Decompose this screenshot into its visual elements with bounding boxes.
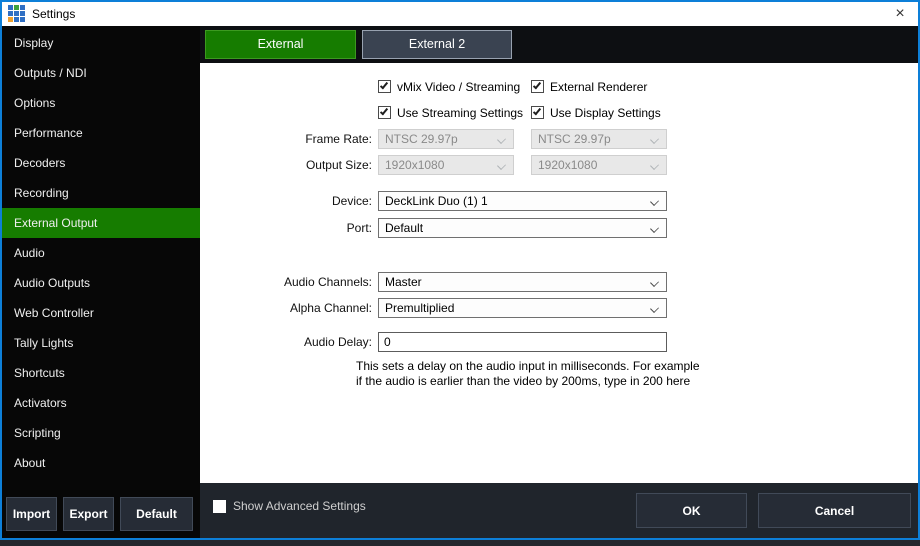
audio-channels-select[interactable]: Master (378, 272, 667, 292)
frame-rate-value-2: NTSC 29.97p (538, 132, 611, 146)
sidebar-item-tally-lights[interactable]: Tally Lights (2, 328, 200, 358)
sidebar-item-display[interactable]: Display (2, 28, 200, 58)
sidebar-item-scripting[interactable]: Scripting (2, 418, 200, 448)
vmix-video-streaming-checkbox[interactable] (378, 80, 391, 93)
use-display-settings-checkbox[interactable] (531, 106, 544, 119)
window-title: Settings (32, 2, 75, 26)
external-renderer-label: External Renderer (550, 80, 647, 94)
device-value: DeckLink Duo (1) 1 (385, 194, 488, 208)
title-bar: Settings × (2, 2, 918, 26)
frame-rate-label: Frame Rate: (240, 129, 372, 149)
show-advanced-settings-checkbox[interactable] (213, 500, 226, 513)
chevron-down-icon (497, 161, 506, 170)
sidebar-item-options[interactable]: Options (2, 88, 200, 118)
output-size-select-1[interactable]: 1920x1080 (378, 155, 514, 175)
sidebar-items: Display Outputs / NDI Options Performanc… (2, 28, 200, 478)
ok-button[interactable]: OK (636, 493, 747, 528)
frame-rate-value-1: NTSC 29.97p (385, 132, 458, 146)
default-button[interactable]: Default (120, 497, 193, 531)
check-icon (533, 81, 541, 90)
chevron-down-icon (650, 135, 659, 144)
sidebar-item-outputs-ndi[interactable]: Outputs / NDI (2, 58, 200, 88)
tab-external-2[interactable]: External 2 (362, 30, 512, 59)
vmix-video-streaming-label: vMix Video / Streaming (397, 80, 520, 94)
chevron-down-icon (497, 135, 506, 144)
frame-rate-select-1[interactable]: NTSC 29.97p (378, 129, 514, 149)
external-output-panel: vMix Video / Streaming External Renderer… (200, 63, 918, 483)
output-size-select-2[interactable]: 1920x1080 (531, 155, 667, 175)
export-button[interactable]: Export (63, 497, 114, 531)
sidebar-item-recording[interactable]: Recording (2, 178, 200, 208)
audio-delay-label: Audio Delay: (240, 332, 372, 352)
output-size-label: Output Size: (240, 155, 372, 175)
tab-external[interactable]: External (205, 30, 356, 59)
device-select[interactable]: DeckLink Duo (1) 1 (378, 191, 667, 211)
audio-channels-value: Master (385, 275, 422, 289)
sidebar-item-audio[interactable]: Audio (2, 238, 200, 268)
close-icon[interactable]: × (888, 3, 912, 24)
external-renderer-checkbox[interactable] (531, 80, 544, 93)
content-area: External External 2 vMix Video / Streami… (200, 26, 918, 538)
check-icon (380, 81, 388, 90)
sidebar-item-web-controller[interactable]: Web Controller (2, 298, 200, 328)
output-size-value-1: 1920x1080 (385, 158, 444, 172)
chevron-down-icon (650, 304, 659, 313)
show-advanced-settings-label: Show Advanced Settings (233, 499, 366, 514)
audio-delay-input[interactable] (378, 332, 667, 352)
sidebar-item-about[interactable]: About (2, 448, 200, 478)
vmix-logo-icon (8, 5, 25, 22)
output-size-value-2: 1920x1080 (538, 158, 597, 172)
use-streaming-settings-label: Use Streaming Settings (397, 106, 523, 120)
alpha-channel-label: Alpha Channel: (240, 298, 372, 318)
sidebar-item-external-output[interactable]: External Output (2, 208, 200, 238)
settings-window: Settings × Display Outputs / NDI Options… (0, 0, 920, 540)
import-button[interactable]: Import (6, 497, 57, 531)
check-icon (380, 107, 388, 116)
chevron-down-icon (650, 161, 659, 170)
port-value: Default (385, 221, 423, 235)
tab-bar: External External 2 (200, 26, 918, 63)
audio-channels-label: Audio Channels: (240, 272, 372, 292)
sidebar-item-shortcuts[interactable]: Shortcuts (2, 358, 200, 388)
sidebar-item-activators[interactable]: Activators (2, 388, 200, 418)
footer-bar: Show Advanced Settings OK Cancel (200, 483, 918, 538)
chevron-down-icon (650, 278, 659, 287)
cancel-button[interactable]: Cancel (758, 493, 911, 528)
use-streaming-settings-checkbox[interactable] (378, 106, 391, 119)
sidebar-item-decoders[interactable]: Decoders (2, 148, 200, 178)
check-icon (533, 107, 541, 116)
port-select[interactable]: Default (378, 218, 667, 238)
audio-delay-help-text: This sets a delay on the audio input in … (356, 359, 704, 389)
port-label: Port: (240, 218, 372, 238)
use-display-settings-label: Use Display Settings (550, 106, 661, 120)
sidebar-buttons: Import Export Default (6, 497, 193, 531)
chevron-down-icon (650, 224, 659, 233)
device-label: Device: (240, 191, 372, 211)
alpha-channel-value: Premultiplied (385, 301, 454, 315)
sidebar: Display Outputs / NDI Options Performanc… (2, 26, 200, 538)
sidebar-item-audio-outputs[interactable]: Audio Outputs (2, 268, 200, 298)
sidebar-item-performance[interactable]: Performance (2, 118, 200, 148)
frame-rate-select-2[interactable]: NTSC 29.97p (531, 129, 667, 149)
chevron-down-icon (650, 197, 659, 206)
alpha-channel-select[interactable]: Premultiplied (378, 298, 667, 318)
